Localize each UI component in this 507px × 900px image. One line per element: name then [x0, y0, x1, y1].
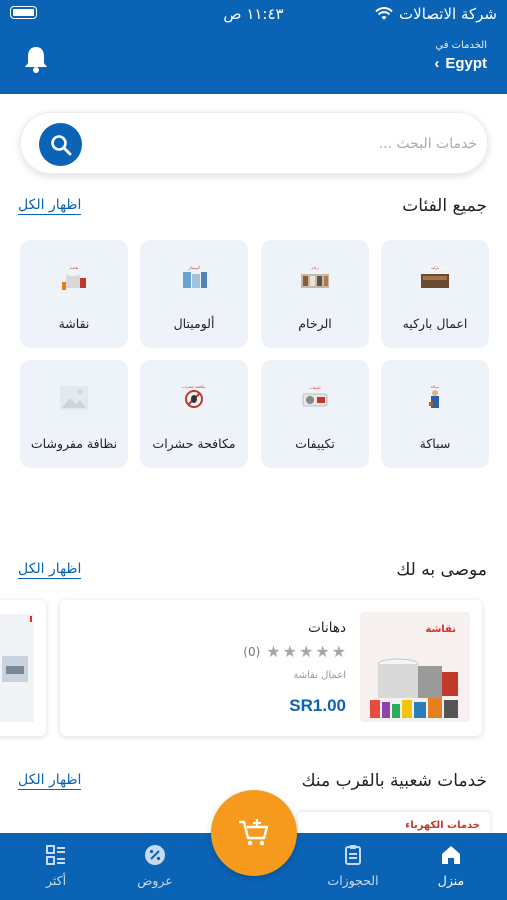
product-rating: ★ ★ ★ ★ ★ (0) — [243, 644, 346, 660]
air-conditioner-icon: تكييفات — [302, 386, 328, 407]
category-label: نقاشة — [58, 316, 90, 331]
category-plumbing[interactable]: سباكة سباكة — [381, 360, 489, 468]
product-category: اعمال نقاشة — [293, 670, 346, 681]
location-caption: الخدمات في — [435, 40, 487, 51]
image-placeholder-icon — [60, 386, 88, 410]
cart-add-icon — [239, 819, 269, 846]
nav-bookings[interactable]: الحجوزات — [308, 843, 398, 888]
aluminum-tag: ألوميتال — [188, 265, 199, 270]
category-marble[interactable]: رخام الرخام — [261, 240, 369, 348]
category-upholstery-cleaning[interactable]: نظافة مفروشات — [20, 360, 128, 468]
category-label: نظافة مفروشات — [30, 436, 118, 451]
pest-control-icon: مكافحة حشرات — [182, 385, 206, 408]
offers-icon — [145, 845, 165, 865]
category-aluminum[interactable]: ألوميتال ألوميتال — [140, 240, 248, 348]
nav-label: الحجوزات — [327, 873, 379, 888]
bell-icon[interactable] — [22, 44, 50, 74]
categories-title: جميع الفئات — [402, 196, 487, 216]
nav-label: عروض — [137, 873, 173, 888]
category-label: الرخام — [298, 316, 332, 331]
marble-icon: رخام — [301, 266, 329, 288]
search-icon — [50, 134, 71, 155]
pest-tag: مكافحة حشرات — [182, 385, 205, 389]
app-header: شركة الاتصالات ١١:٤٣ ص الخدمات في ‹ Egyp… — [0, 0, 507, 94]
star-icon: ★ — [298, 642, 314, 661]
category-parquet[interactable]: باركيه اعمال باركيه — [381, 240, 489, 348]
search-input[interactable] — [97, 127, 477, 161]
plumbing-tag: سباكة — [431, 385, 440, 389]
status-bar: شركة الاتصالات ١١:٤٣ ص — [0, 0, 507, 30]
parquet-tag: باركيه — [431, 266, 439, 270]
nav-home[interactable]: منزل — [406, 843, 496, 888]
category-label: اعمال باركيه — [402, 316, 468, 331]
nearby-show-all-link[interactable]: اظهار الكل — [18, 772, 82, 790]
nav-label: منزل — [437, 873, 465, 888]
search-button[interactable] — [39, 123, 82, 166]
battery-icon — [10, 6, 37, 19]
star-icon: ★ — [331, 642, 346, 661]
bookings-icon — [345, 845, 361, 865]
location-value: Egypt — [445, 55, 487, 72]
add-to-cart-button[interactable] — [211, 790, 297, 876]
painting-tag: نقاشة — [70, 266, 79, 270]
marble-tag: رخام — [311, 266, 318, 271]
rating-count: (0) — [243, 645, 261, 659]
aluminum-icon: ألوميتال — [183, 265, 207, 288]
nav-offers[interactable]: عروض — [110, 843, 200, 888]
category-label: تكييفات — [295, 436, 335, 451]
search-bar — [20, 112, 488, 174]
product-image — [0, 614, 34, 722]
category-painting[interactable]: نقاشة نقاشة — [20, 240, 128, 348]
categories-show-all-link[interactable]: اظهار الكل — [18, 197, 82, 215]
product-price: SR1.00 — [289, 696, 346, 715]
star-icon: ★ — [282, 642, 297, 661]
plumber-icon: سباكة — [429, 385, 440, 408]
chevron-left-icon: ‹ — [434, 55, 440, 72]
recommended-title: موصى به لك — [396, 560, 487, 580]
paint-bucket-icon: نقاشة — [62, 266, 86, 290]
category-label: سباكة — [419, 436, 451, 451]
nearby-card-title: خدمات الكهرباء — [405, 820, 480, 831]
product-card-peek[interactable] — [0, 600, 46, 736]
category-air-conditioning[interactable]: تكييفات تكييفات — [261, 360, 369, 468]
product-card[interactable]: نقاشة دهانات ★ ★ ★ ★ ★ (0) اعمال نقاشة S… — [60, 600, 482, 736]
parquet-icon: باركيه — [421, 266, 449, 288]
recommended-show-all-link[interactable]: اظهار الكل — [18, 561, 82, 579]
status-time: ١١:٤٣ ص — [223, 5, 284, 23]
product-name: دهانات — [308, 620, 346, 636]
nearby-title: خدمات شعبية بالقرب منك — [301, 771, 487, 791]
more-icon — [46, 845, 65, 865]
product-image: نقاشة — [360, 612, 470, 722]
location-selector[interactable]: الخدمات في ‹ Egypt — [434, 40, 487, 72]
category-label: ألوميتال — [173, 316, 215, 331]
ac-tag: تكييفات — [309, 386, 320, 390]
category-pest-control[interactable]: مكافحة حشرات مكافحة حشرات — [140, 360, 248, 468]
home-icon — [442, 846, 460, 864]
star-icon: ★ — [266, 642, 281, 661]
product-image-tag: نقاشة — [425, 624, 456, 635]
nav-more[interactable]: أكثر — [11, 843, 101, 888]
nav-label: أكثر — [45, 873, 67, 888]
star-icon: ★ — [315, 642, 330, 661]
category-label: مكافحة حشرات — [152, 436, 236, 451]
